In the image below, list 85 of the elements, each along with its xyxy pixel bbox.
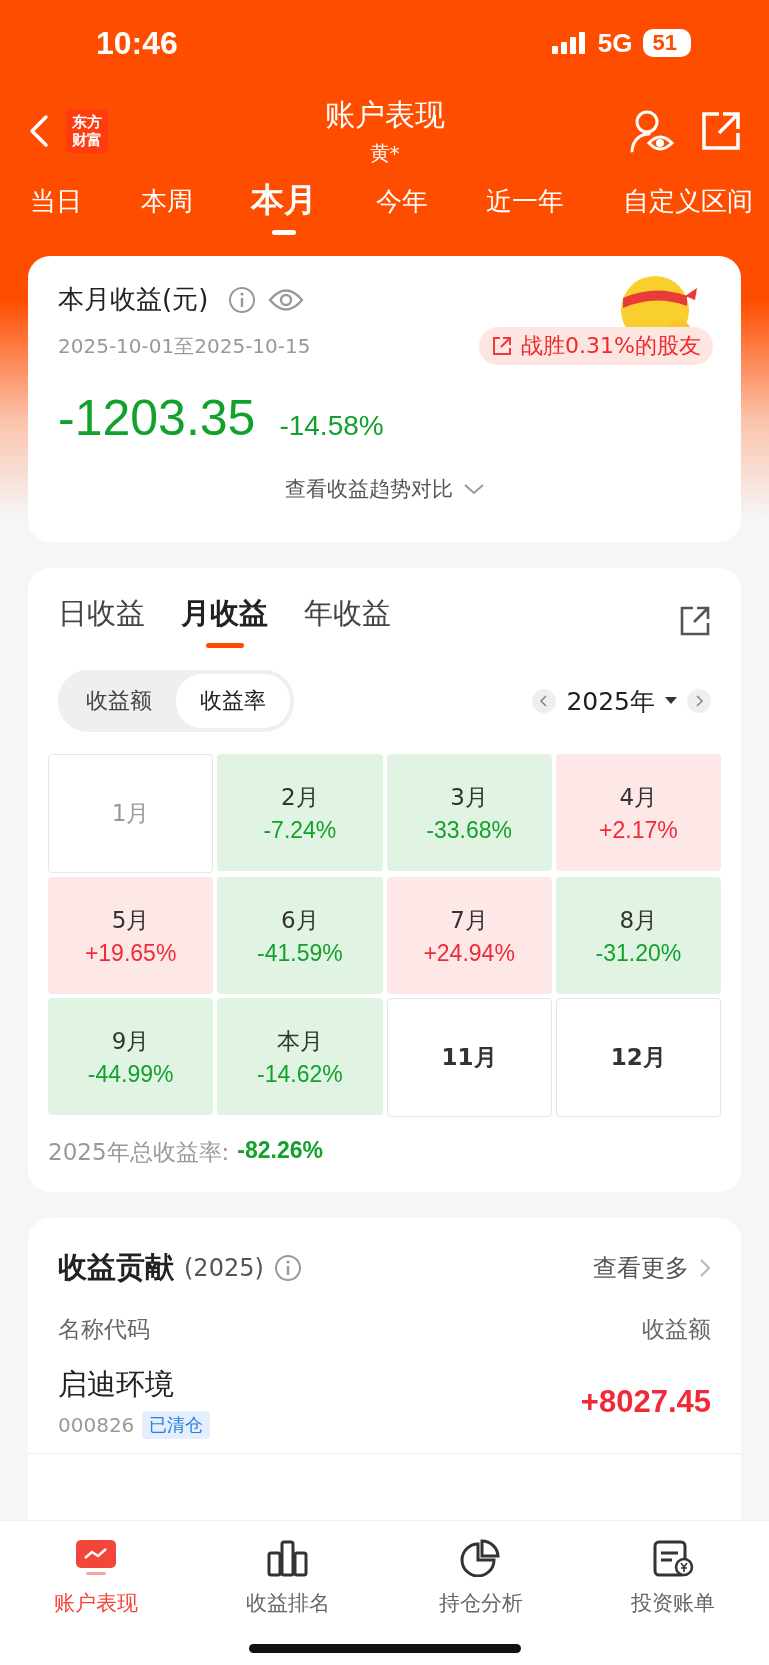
prev-year-button[interactable] xyxy=(532,689,557,713)
month-cell[interactable]: 2月 -7.24% xyxy=(217,754,383,871)
month-cell[interactable]: 8月 -31.20% xyxy=(555,877,721,994)
beat-badge[interactable]: 战胜0.31%的股友 xyxy=(479,327,713,365)
column-header: 名称代码 xyxy=(58,1315,150,1344)
year-total-label: 2025年总收益率: xyxy=(48,1138,230,1167)
month-cell[interactable]: 11月 xyxy=(386,998,552,1117)
month-return: -7.24% xyxy=(263,816,337,844)
mode-option[interactable]: 收益率 xyxy=(176,674,290,728)
month-label: 7月 xyxy=(450,905,488,935)
section-year: (2025) xyxy=(184,1254,264,1282)
user-eye-icon[interactable] xyxy=(629,109,675,153)
month-return: +2.17% xyxy=(599,816,678,844)
info-icon[interactable] xyxy=(273,1254,302,1282)
month-label: 1月 xyxy=(111,799,150,828)
share-icon xyxy=(491,335,514,357)
chevron-left-icon xyxy=(539,695,550,707)
nav-tab[interactable]: 账户表现 xyxy=(21,1539,172,1619)
month-label: 6月 xyxy=(281,905,319,935)
month-cell[interactable]: 5月 +19.65% xyxy=(48,877,214,994)
nav-tab[interactable]: 收益排名 xyxy=(213,1539,364,1619)
year-selector[interactable]: 2025年 xyxy=(566,684,655,718)
pie-chart-icon xyxy=(459,1539,502,1577)
nav-tab[interactable]: 投资账单 xyxy=(597,1539,748,1619)
month-label: 5月 xyxy=(111,905,150,935)
month-cell[interactable]: 4月 +2.17% xyxy=(555,754,721,871)
month-label: 8月 xyxy=(619,905,658,935)
month-cell[interactable]: 6月 -41.59% xyxy=(217,877,383,994)
battery-level: 51 xyxy=(642,29,691,57)
month-label: 本月 xyxy=(276,1026,323,1056)
back-icon[interactable] xyxy=(28,114,50,148)
bill-icon xyxy=(651,1539,694,1577)
month-cell[interactable]: 本月 -14.62% xyxy=(217,998,383,1115)
month-return: -41.59% xyxy=(257,939,343,967)
column-header: 收益额 xyxy=(642,1315,711,1344)
profit-tab[interactable]: 日收益 xyxy=(58,594,145,648)
mode-option[interactable]: 收益额 xyxy=(62,674,176,728)
month-return: +24.94% xyxy=(423,939,515,967)
share-icon[interactable] xyxy=(679,605,711,637)
year-total-value: -82.26% xyxy=(237,1137,323,1165)
chevron-down-icon[interactable] xyxy=(462,482,485,496)
profit-percent: -14.58% xyxy=(279,410,384,442)
month-return: -31.20% xyxy=(595,939,682,967)
section-title: 收益贡献 xyxy=(58,1249,174,1286)
nav-tab[interactable]: 持仓分析 xyxy=(405,1539,556,1619)
month-cell[interactable]: 7月 +24.94% xyxy=(386,877,552,994)
profit-amount: +8027.45 xyxy=(580,1384,711,1420)
status-tag: 已清仓 xyxy=(142,1411,211,1439)
month-label: 11月 xyxy=(441,1043,497,1072)
app-logo: 东方 财富 xyxy=(66,109,108,153)
view-more-link[interactable]: 查看更多 xyxy=(593,1252,689,1284)
chevron-right-icon[interactable] xyxy=(699,1258,711,1278)
compare-link[interactable]: 查看收益趋势对比 xyxy=(284,475,453,503)
signal-icon xyxy=(551,32,588,54)
beat-text: 战胜0.31%的股友 xyxy=(521,332,701,360)
month-label: 4月 xyxy=(619,782,658,812)
stock-name: 启迪环境 xyxy=(58,1366,175,1403)
month-label: 12月 xyxy=(610,1043,666,1072)
dropdown-icon[interactable] xyxy=(665,697,677,705)
status-time: 10:46 xyxy=(96,24,178,62)
network-label: 5G xyxy=(597,27,633,59)
profit-amount: -1203.35 xyxy=(58,389,256,447)
stock-code: 000826 xyxy=(58,1413,135,1437)
chevron-right-icon xyxy=(694,695,704,707)
next-year-button[interactable] xyxy=(687,689,711,713)
summary-title: 本月收益(元) xyxy=(58,283,209,316)
month-label: 2月 xyxy=(281,782,319,812)
bar-chart-icon xyxy=(267,1539,310,1577)
month-cell[interactable]: 3月 -33.68% xyxy=(386,754,552,871)
info-icon[interactable] xyxy=(228,285,257,314)
month-return: +19.65% xyxy=(84,939,177,967)
chart-icon xyxy=(75,1539,118,1577)
profit-tab[interactable]: 月收益 xyxy=(181,594,268,648)
date-range: 2025-10-01至2025-10-15 xyxy=(58,332,311,360)
month-cell[interactable]: 12月 xyxy=(555,998,721,1117)
month-cell[interactable]: 9月 -44.99% xyxy=(48,998,214,1115)
month-return: -33.68% xyxy=(426,816,512,844)
page-title: 账户表现 xyxy=(324,96,445,134)
month-return: -44.99% xyxy=(87,1060,174,1088)
month-return: -14.62% xyxy=(257,1060,343,1088)
profit-tab[interactable]: 年收益 xyxy=(304,594,391,648)
account-name: 黄* xyxy=(369,140,400,167)
month-label: 9月 xyxy=(111,1026,150,1056)
month-label: 3月 xyxy=(450,782,488,812)
eye-icon[interactable] xyxy=(268,286,305,313)
